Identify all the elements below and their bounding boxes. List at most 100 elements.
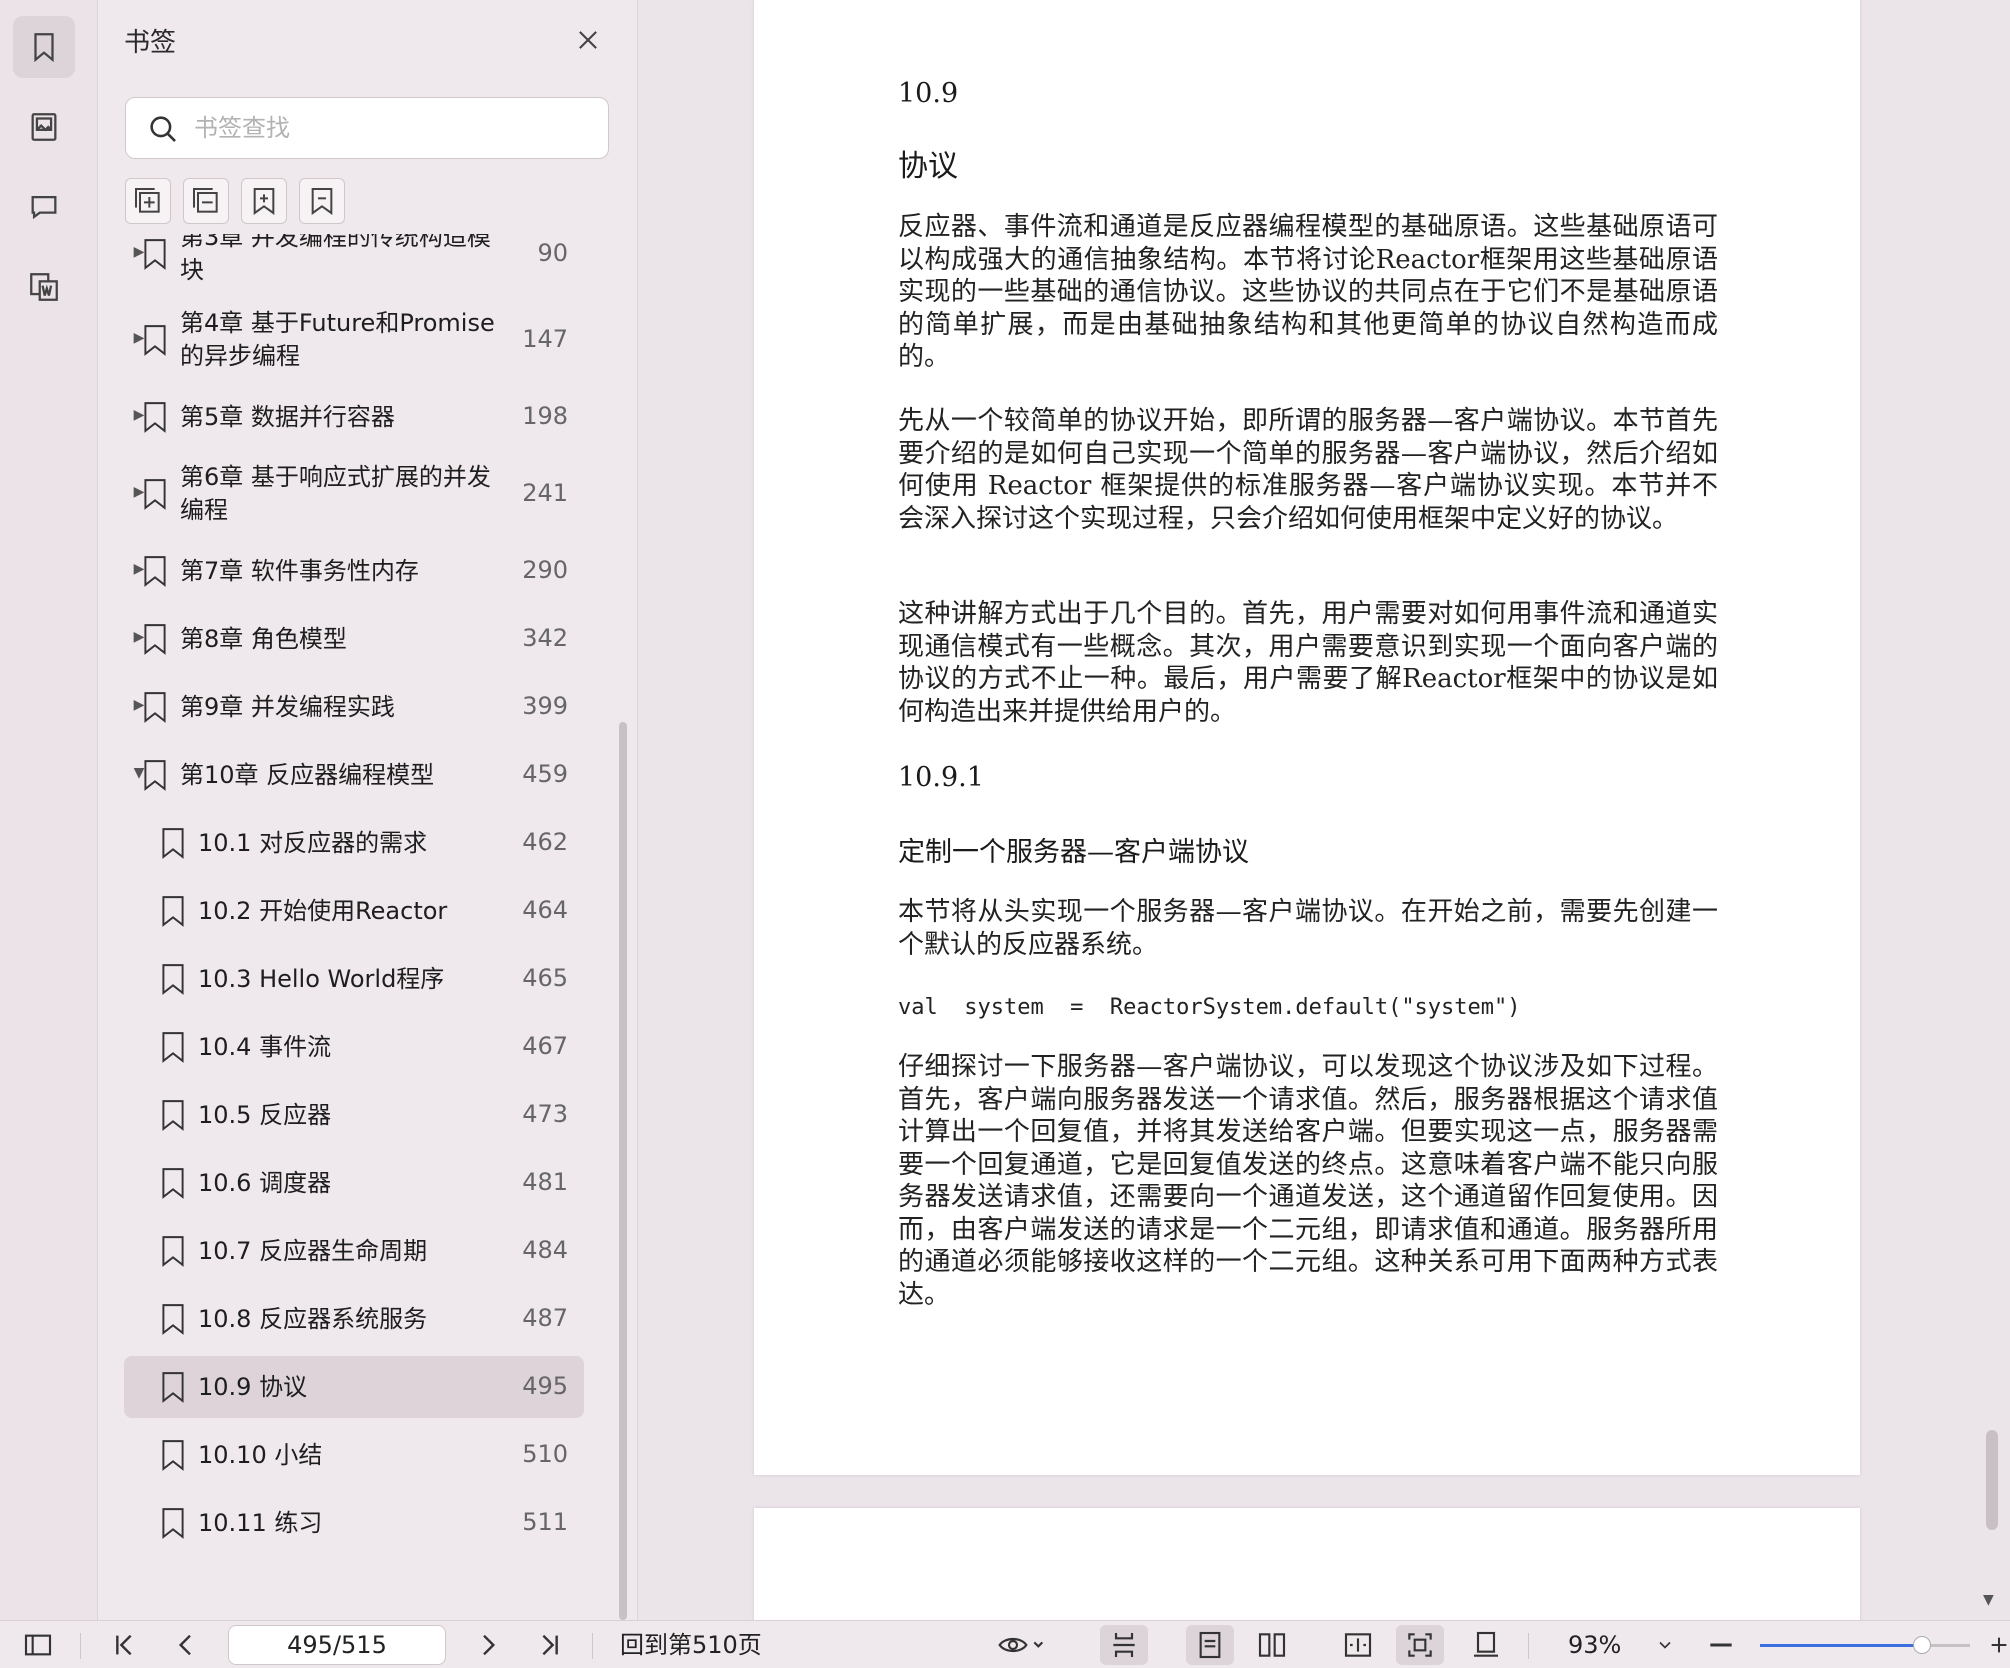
add-bookmark-button[interactable] xyxy=(241,178,287,224)
bookmark-page-number: 487 xyxy=(522,1304,568,1332)
bookmark-label: 10.8 反应器系统服务 xyxy=(198,1303,427,1336)
left-icon-rail xyxy=(0,0,98,1620)
bookmark-section-item[interactable]: 10.9 协议 495 xyxy=(124,1356,584,1418)
paragraph: 先从一个较简单的协议开始，即所谓的服务器—客户端协议。本节首先要介绍的是如何自己… xyxy=(898,406,1718,534)
close-icon xyxy=(579,31,597,49)
bookmark-label-line: 10.5 反应器 xyxy=(198,1100,332,1129)
bookmark-section-item[interactable]: 10.7 反应器生命周期 484 xyxy=(124,1220,584,1282)
zoom-dropdown-button[interactable] xyxy=(1650,1621,1680,1668)
bookmark-chapter-item[interactable]: ▼ 第10章 反应器编程模型 459 xyxy=(124,744,584,806)
bookmark-label-line: 第6章 基于响应式扩展的并发 xyxy=(180,463,491,491)
fit-page-button[interactable] xyxy=(1396,1625,1444,1665)
zoom-in-button[interactable] xyxy=(1988,1621,2010,1668)
bookmark-label: 10.5 反应器 xyxy=(198,1099,331,1132)
rotate-button[interactable] xyxy=(1462,1621,1510,1668)
bookmark-icon xyxy=(142,759,168,791)
next-page-button[interactable] xyxy=(468,1621,508,1668)
bookmark-section-item[interactable]: 10.3 Hello World程序 465 xyxy=(124,948,584,1010)
expand-all-button[interactable] xyxy=(125,178,171,224)
subsection-number: 10.9.1 xyxy=(898,762,984,793)
continuous-scroll-button[interactable] xyxy=(1100,1625,1148,1665)
close-panel-button[interactable] xyxy=(572,24,604,56)
bookmark-chapter-item[interactable]: ▶ 第9章 并发编程实践 399 xyxy=(124,676,584,738)
bookmark-icon xyxy=(142,324,168,356)
bookmark-section-item[interactable]: 10.6 调度器 481 xyxy=(124,1152,584,1214)
fit-width-button[interactable] xyxy=(1334,1621,1382,1668)
plus-icon xyxy=(1991,1637,2007,1653)
single-page-button[interactable] xyxy=(1186,1625,1234,1665)
viewer-scrollbar-thumb[interactable] xyxy=(1986,1430,1998,1530)
bookmarks-tab[interactable] xyxy=(13,16,75,78)
comment-icon xyxy=(31,195,57,220)
bookmark-label-line: 10.11 练习 xyxy=(198,1508,323,1537)
bookmark-page-number: 467 xyxy=(522,1032,568,1060)
bookmark-page-number: 342 xyxy=(522,624,568,652)
bookmark-icon xyxy=(142,555,168,587)
bookmark-page-number: 90 xyxy=(537,239,568,267)
bookmark-label-line: 10.7 反应器生命周期 xyxy=(198,1236,428,1265)
bookmark-chapter-item[interactable]: ▶ 第7章 软件事务性内存 290 xyxy=(124,540,584,602)
bookmark-section-item[interactable]: 10.8 反应器系统服务 487 xyxy=(124,1288,584,1350)
bookmark-icon xyxy=(160,963,186,995)
bookmark-page-number: 464 xyxy=(522,896,568,924)
thumbnails-tab[interactable] xyxy=(13,96,75,158)
bookmark-label: 第7章 软件事务性内存 xyxy=(180,555,419,588)
bookmark-section-item[interactable]: 10.1 对反应器的需求 462 xyxy=(124,812,584,874)
bookmark-section-item[interactable]: 10.5 反应器 473 xyxy=(124,1084,584,1146)
word-convert-icon xyxy=(30,273,58,301)
last-page-button[interactable] xyxy=(530,1621,570,1668)
zoom-out-button[interactable] xyxy=(1704,1621,1738,1668)
bookmark-section-item[interactable]: 10.4 事件流 467 xyxy=(124,1016,584,1078)
bookmark-search-input[interactable] xyxy=(194,106,594,150)
bookmark-chapter-item[interactable]: ▶ 第8章 角色模型 342 xyxy=(124,608,584,670)
bookmark-label-line: 第5章 数据并行容器 xyxy=(180,402,395,431)
paragraph: 本节将从头实现一个服务器—客户端协议。在开始之前，需要先创建一个默认的反应器系统… xyxy=(898,897,1718,960)
zoom-level[interactable]: 93% xyxy=(1568,1621,1621,1668)
bookmark-page-number: 510 xyxy=(522,1440,568,1468)
delete-bookmark-button[interactable] xyxy=(299,178,345,224)
toggle-sidebar-button[interactable] xyxy=(18,1621,58,1668)
bookmark-chapter-item[interactable]: ▶ 第6章 基于响应式扩展的并发 编程 241 xyxy=(124,454,584,534)
bookmark-chapter-item[interactable]: ▶ 第3章 并发编程的传统构造模块 90 xyxy=(124,234,584,294)
bookmark-label-line: 10.2 开始使用Reactor xyxy=(198,896,448,925)
eye-icon xyxy=(998,1637,1044,1653)
bookmark-section-item[interactable]: 10.2 开始使用Reactor 464 xyxy=(124,880,584,942)
chevron-left-icon xyxy=(178,1634,191,1656)
page-number-input[interactable] xyxy=(228,1625,446,1665)
zoom-slider[interactable] xyxy=(1760,1636,1970,1654)
rotate-page-icon xyxy=(1474,1631,1498,1657)
sidebar-toggle-icon xyxy=(24,1634,52,1656)
bookmark-section-item[interactable]: 10.11 练习 511 xyxy=(124,1492,584,1554)
bookmark-icon xyxy=(160,1031,186,1063)
bookmark-label: 10.10 小结 xyxy=(198,1439,322,1472)
collapse-all-button[interactable] xyxy=(183,178,229,224)
scroll-down-arrow[interactable]: ▼ xyxy=(1983,1592,1994,1608)
bookmark-label: 10.3 Hello World程序 xyxy=(198,963,444,996)
bookmark-icon xyxy=(160,827,186,859)
convert-tab[interactable] xyxy=(13,256,75,318)
first-page-button[interactable] xyxy=(104,1621,144,1668)
bookmark-section-item[interactable]: 10.10 小结 510 xyxy=(124,1424,584,1486)
chevron-down-icon xyxy=(1659,1641,1671,1649)
bookmark-label: 10.9 协议 xyxy=(198,1371,307,1404)
bookmark-chapter-item[interactable]: ▶ 第5章 数据并行容器 198 xyxy=(124,386,584,448)
bookmark-page-number: 147 xyxy=(522,325,568,353)
document-viewer: 10.9 协议 反应器、事件流和通道是反应器编程模型的基础原语。这些基础原语可以… xyxy=(639,0,2010,1648)
last-page-icon xyxy=(542,1634,558,1656)
panel-scrollbar[interactable] xyxy=(619,722,627,1620)
two-page-button[interactable] xyxy=(1248,1621,1296,1668)
bookmark-icon xyxy=(160,1303,186,1335)
paragraph: 这种讲解方式出于几个目的。首先，用户需要对如何用事件流和通道实现通信模式有一些概… xyxy=(898,599,1718,727)
prev-page-button[interactable] xyxy=(166,1621,206,1668)
add-bookmark-icon xyxy=(253,188,275,215)
bookmark-label-line: 10.6 调度器 xyxy=(198,1168,332,1197)
view-mode-button[interactable] xyxy=(990,1621,1052,1668)
comments-tab[interactable] xyxy=(13,176,75,238)
paragraph: 反应器、事件流和通道是反应器编程模型的基础原语。这些基础原语可以构成强大的通信抽… xyxy=(898,212,1718,372)
back-to-page-link[interactable]: 回到第510页 xyxy=(620,1621,762,1668)
chevron-right-icon xyxy=(483,1634,496,1656)
fit-width-icon xyxy=(1344,1633,1372,1657)
bookmark-chapter-item[interactable]: ▶ 第4章 基于Future和Promise 的异步编程 147 xyxy=(124,300,584,380)
zoom-slider-fill xyxy=(1760,1644,1922,1647)
zoom-slider-knob[interactable] xyxy=(1913,1636,1931,1654)
